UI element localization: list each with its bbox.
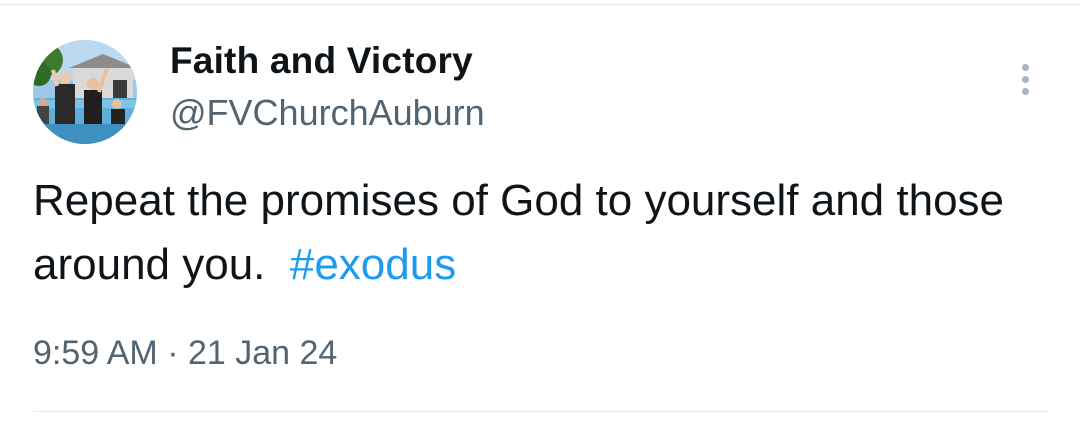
tweet-body: Repeat the promises of God to yourself a… — [33, 176, 1005, 289]
tweet-text: Repeat the promises of God to yourself a… — [33, 169, 1053, 297]
display-name[interactable]: Faith and Victory — [170, 40, 473, 82]
user-handle[interactable]: @FVChurchAuburn — [170, 92, 485, 134]
profile-photo-icon — [33, 40, 137, 144]
more-vertical-icon — [1022, 64, 1029, 71]
hashtag-link[interactable]: #exodus — [290, 240, 456, 289]
timestamp-separator: · — [167, 334, 179, 372]
more-vertical-icon — [1022, 76, 1029, 83]
avatar[interactable] — [33, 40, 137, 144]
top-divider — [0, 4, 1080, 5]
more-vertical-icon — [1022, 88, 1029, 95]
timestamp[interactable]: 9:59 AM · 21 Jan 24 — [33, 334, 337, 373]
more-options-button[interactable] — [1010, 60, 1042, 100]
bottom-divider — [33, 411, 1048, 412]
tweet-date: 21 Jan 24 — [187, 334, 338, 372]
tweet-time: 9:59 AM — [33, 334, 158, 372]
